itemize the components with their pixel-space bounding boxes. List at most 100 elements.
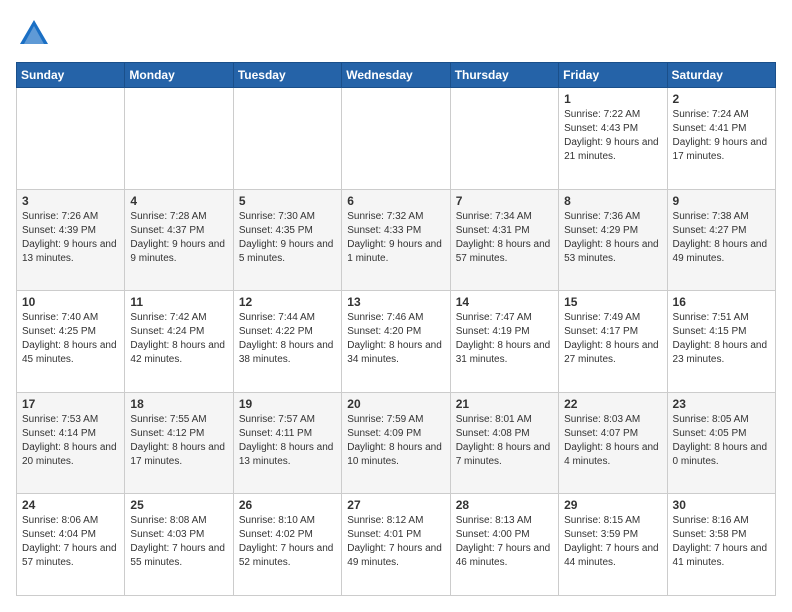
day-number: 25 [130, 498, 227, 512]
day-info: Sunrise: 7:42 AM Sunset: 4:24 PM Dayligh… [130, 311, 227, 367]
page: SundayMondayTuesdayWednesdayThursdayFrid… [0, 0, 792, 612]
day-number: 2 [673, 92, 770, 106]
calendar-cell-5-1: 25 Sunrise: 8:08 AM Sunset: 4:03 PM Dayli… [125, 494, 233, 596]
calendar-cell-2-6: 9 Sunrise: 7:38 AM Sunset: 4:27 PM Daylig… [667, 189, 775, 291]
day-number: 5 [239, 194, 336, 208]
day-info: Sunrise: 7:26 AM Sunset: 4:39 PM Dayligh… [22, 210, 119, 266]
day-info: Sunrise: 7:24 AM Sunset: 4:41 PM Dayligh… [673, 108, 770, 164]
day-info: Sunrise: 7:47 AM Sunset: 4:19 PM Dayligh… [456, 311, 553, 367]
calendar-header-saturday: Saturday [667, 63, 775, 88]
day-number: 10 [22, 295, 119, 309]
day-info: Sunrise: 7:36 AM Sunset: 4:29 PM Dayligh… [564, 210, 661, 266]
day-info: Sunrise: 7:32 AM Sunset: 4:33 PM Dayligh… [347, 210, 444, 266]
calendar-cell-3-3: 13 Sunrise: 7:46 AM Sunset: 4:20 PM Dayli… [342, 291, 450, 393]
calendar-week-5: 24Sunrise: 8:06 AM Sunset: 4:04 PM Dayli… [17, 494, 776, 596]
calendar-cell-3-6: 16Sunrise: 7:51 AM Sunset: 4:15 PM Dayli… [667, 291, 775, 393]
day-info: Sunrise: 7:38 AM Sunset: 4:27 PM Dayligh… [673, 210, 770, 266]
day-info: Sunrise: 7:53 AM Sunset: 4:14 PM Dayligh… [22, 413, 119, 469]
day-number: 15 [564, 295, 661, 309]
calendar-cell-5-5: 29 Sunrise: 8:15 AM Sunset: 3:59 PM Dayli… [559, 494, 667, 596]
calendar-cell-5-6: 30 Sunrise: 8:16 AM Sunset: 3:58 PM Dayli… [667, 494, 775, 596]
calendar-cell-4-1: 18 Sunrise: 7:55 AM Sunset: 4:12 PM Dayli… [125, 392, 233, 494]
logo-icon [16, 16, 52, 52]
day-number: 3 [22, 194, 119, 208]
calendar-cell-5-0: 24Sunrise: 8:06 AM Sunset: 4:04 PM Dayli… [17, 494, 125, 596]
calendar-week-1: 1 Sunrise: 7:22 AM Sunset: 4:43 PM Daylig… [17, 88, 776, 190]
calendar-cell-3-2: 12 Sunrise: 7:44 AM Sunset: 4:22 PM Dayli… [233, 291, 341, 393]
day-info: Sunrise: 8:12 AM Sunset: 4:01 PM Dayligh… [347, 514, 444, 570]
day-number: 28 [456, 498, 553, 512]
calendar-header-monday: Monday [125, 63, 233, 88]
calendar-cell-2-3: 6 Sunrise: 7:32 AM Sunset: 4:33 PM Daylig… [342, 189, 450, 291]
day-number: 18 [130, 397, 227, 411]
day-info: Sunrise: 7:40 AM Sunset: 4:25 PM Dayligh… [22, 311, 119, 367]
calendar-cell-4-4: 21 Sunrise: 8:01 AM Sunset: 4:08 PM Dayli… [450, 392, 558, 494]
day-info: Sunrise: 7:59 AM Sunset: 4:09 PM Dayligh… [347, 413, 444, 469]
day-info: Sunrise: 8:16 AM Sunset: 3:58 PM Dayligh… [673, 514, 770, 570]
calendar-cell-4-3: 20 Sunrise: 7:59 AM Sunset: 4:09 PM Dayli… [342, 392, 450, 494]
calendar-cell-3-0: 10 Sunrise: 7:40 AM Sunset: 4:25 PM Dayli… [17, 291, 125, 393]
day-number: 29 [564, 498, 661, 512]
day-info: Sunrise: 7:30 AM Sunset: 4:35 PM Dayligh… [239, 210, 336, 266]
day-info: Sunrise: 8:03 AM Sunset: 4:07 PM Dayligh… [564, 413, 661, 469]
day-info: Sunrise: 7:51 AM Sunset: 4:15 PM Dayligh… [673, 311, 770, 367]
day-number: 6 [347, 194, 444, 208]
calendar-week-4: 17 Sunrise: 7:53 AM Sunset: 4:14 PM Dayli… [17, 392, 776, 494]
day-info: Sunrise: 8:13 AM Sunset: 4:00 PM Dayligh… [456, 514, 553, 570]
calendar-cell-1-6: 2 Sunrise: 7:24 AM Sunset: 4:41 PM Daylig… [667, 88, 775, 190]
calendar-cell-1-3 [342, 88, 450, 190]
calendar-header-friday: Friday [559, 63, 667, 88]
day-number: 27 [347, 498, 444, 512]
day-info: Sunrise: 8:06 AM Sunset: 4:04 PM Dayligh… [22, 514, 119, 570]
day-number: 23 [673, 397, 770, 411]
day-number: 7 [456, 194, 553, 208]
calendar-cell-3-5: 15 Sunrise: 7:49 AM Sunset: 4:17 PM Dayli… [559, 291, 667, 393]
day-info: Sunrise: 7:57 AM Sunset: 4:11 PM Dayligh… [239, 413, 336, 469]
day-info: Sunrise: 7:44 AM Sunset: 4:22 PM Dayligh… [239, 311, 336, 367]
day-number: 30 [673, 498, 770, 512]
calendar-cell-3-1: 11Sunrise: 7:42 AM Sunset: 4:24 PM Dayli… [125, 291, 233, 393]
day-number: 17 [22, 397, 119, 411]
day-number: 26 [239, 498, 336, 512]
calendar-cell-3-4: 14 Sunrise: 7:47 AM Sunset: 4:19 PM Dayli… [450, 291, 558, 393]
day-info: Sunrise: 7:55 AM Sunset: 4:12 PM Dayligh… [130, 413, 227, 469]
calendar-cell-5-3: 27 Sunrise: 8:12 AM Sunset: 4:01 PM Dayli… [342, 494, 450, 596]
calendar-cell-4-2: 19 Sunrise: 7:57 AM Sunset: 4:11 PM Dayli… [233, 392, 341, 494]
calendar-week-3: 10 Sunrise: 7:40 AM Sunset: 4:25 PM Dayli… [17, 291, 776, 393]
calendar-cell-1-4 [450, 88, 558, 190]
day-number: 1 [564, 92, 661, 106]
header [16, 16, 776, 52]
day-info: Sunrise: 8:08 AM Sunset: 4:03 PM Dayligh… [130, 514, 227, 570]
day-number: 14 [456, 295, 553, 309]
day-number: 8 [564, 194, 661, 208]
day-number: 20 [347, 397, 444, 411]
calendar-cell-2-4: 7 Sunrise: 7:34 AM Sunset: 4:31 PM Daylig… [450, 189, 558, 291]
day-number: 21 [456, 397, 553, 411]
calendar-cell-1-0 [17, 88, 125, 190]
calendar-week-2: 3 Sunrise: 7:26 AM Sunset: 4:39 PM Daylig… [17, 189, 776, 291]
day-info: Sunrise: 8:10 AM Sunset: 4:02 PM Dayligh… [239, 514, 336, 570]
day-number: 13 [347, 295, 444, 309]
day-number: 12 [239, 295, 336, 309]
calendar-cell-1-2 [233, 88, 341, 190]
day-info: Sunrise: 7:22 AM Sunset: 4:43 PM Dayligh… [564, 108, 661, 164]
day-info: Sunrise: 8:01 AM Sunset: 4:08 PM Dayligh… [456, 413, 553, 469]
day-number: 9 [673, 194, 770, 208]
calendar-cell-2-0: 3 Sunrise: 7:26 AM Sunset: 4:39 PM Daylig… [17, 189, 125, 291]
day-number: 22 [564, 397, 661, 411]
logo [16, 16, 56, 52]
calendar-header-sunday: Sunday [17, 63, 125, 88]
calendar-header-row: SundayMondayTuesdayWednesdayThursdayFrid… [17, 63, 776, 88]
day-info: Sunrise: 8:15 AM Sunset: 3:59 PM Dayligh… [564, 514, 661, 570]
calendar-table: SundayMondayTuesdayWednesdayThursdayFrid… [16, 62, 776, 596]
calendar-cell-5-4: 28 Sunrise: 8:13 AM Sunset: 4:00 PM Dayli… [450, 494, 558, 596]
calendar-cell-4-5: 22 Sunrise: 8:03 AM Sunset: 4:07 PM Dayli… [559, 392, 667, 494]
calendar-header-tuesday: Tuesday [233, 63, 341, 88]
day-number: 19 [239, 397, 336, 411]
day-info: Sunrise: 7:49 AM Sunset: 4:17 PM Dayligh… [564, 311, 661, 367]
calendar-header-thursday: Thursday [450, 63, 558, 88]
calendar-cell-1-1 [125, 88, 233, 190]
day-info: Sunrise: 7:46 AM Sunset: 4:20 PM Dayligh… [347, 311, 444, 367]
calendar-cell-1-5: 1 Sunrise: 7:22 AM Sunset: 4:43 PM Daylig… [559, 88, 667, 190]
day-info: Sunrise: 7:34 AM Sunset: 4:31 PM Dayligh… [456, 210, 553, 266]
